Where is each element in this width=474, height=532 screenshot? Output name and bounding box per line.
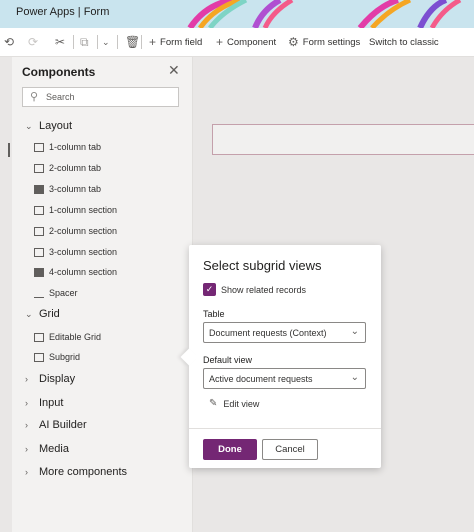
component-2-column-tab[interactable]: 2-column tab: [34, 163, 101, 173]
separator: [97, 35, 98, 49]
separator: [73, 35, 74, 49]
chevron-right-icon: ›: [25, 467, 28, 477]
component-1-column-section[interactable]: 1-column section: [34, 205, 117, 215]
grid-icon: [34, 352, 44, 362]
component-spacer[interactable]: Spacer: [34, 288, 78, 298]
show-related-records-checkbox[interactable]: ✓: [203, 283, 216, 296]
chevron-down-icon: ⌄: [25, 308, 33, 319]
chevron-right-icon: ›: [25, 420, 28, 430]
grid-icon: [34, 332, 44, 342]
section-icon: [34, 205, 44, 215]
cancel-button[interactable]: Cancel: [262, 439, 318, 460]
chevron-down-icon: ⌄: [350, 372, 359, 383]
separator: [117, 35, 118, 49]
default-view-label: Default view: [203, 355, 253, 365]
switch-to-classic-button[interactable]: Switch to classic: [369, 28, 439, 56]
form-section-placeholder[interactable]: [212, 124, 474, 155]
app-title: Power Apps | Form: [16, 6, 110, 18]
copy-icon[interactable]: ⧉: [80, 28, 93, 56]
group-media[interactable]: › Media: [25, 443, 69, 455]
done-button[interactable]: Done: [203, 439, 257, 460]
component-2-column-section[interactable]: 2-column section: [34, 226, 117, 236]
table-label: Table: [203, 309, 225, 319]
edit-view-link[interactable]: ✎ Edit view: [209, 398, 259, 409]
section-icon: [34, 247, 44, 257]
rail-indicator: [8, 143, 10, 157]
table-value: Document requests (Context): [209, 328, 327, 338]
spacer-icon: [34, 289, 44, 298]
title-bar: Power Apps | Form: [0, 0, 474, 28]
table-dropdown[interactable]: Document requests (Context) ⌄: [203, 322, 366, 343]
chevron-right-icon: ›: [25, 444, 28, 454]
tab-icon: [34, 142, 44, 152]
chevron-right-icon: ›: [25, 374, 28, 384]
close-icon[interactable]: ✕: [168, 62, 180, 79]
show-related-records-label: Show related records: [221, 285, 307, 295]
component-button[interactable]: + Component: [216, 28, 276, 56]
left-rail: [0, 57, 12, 532]
default-view-dropdown[interactable]: Active document requests ⌄: [203, 368, 366, 389]
group-display[interactable]: › Display: [25, 373, 75, 385]
component-4-column-section[interactable]: 4-column section: [34, 267, 117, 277]
component-3-column-tab[interactable]: 3-column tab: [34, 184, 101, 194]
undo-icon[interactable]: ⟲: [4, 28, 18, 56]
group-grid[interactable]: ⌄ Grid: [25, 308, 60, 320]
separator: [141, 35, 142, 49]
component-1-column-tab[interactable]: 1-column tab: [34, 142, 101, 152]
search-placeholder: Search: [46, 92, 75, 102]
group-layout[interactable]: ⌄ Layout: [25, 120, 72, 132]
default-view-value: Active document requests: [209, 374, 313, 384]
add-icon: +: [149, 35, 157, 49]
form-field-button[interactable]: + Form field: [149, 28, 202, 56]
group-more-components[interactable]: › More components: [25, 466, 127, 478]
panel-title: Components: [22, 65, 96, 79]
edit-icon: ✎: [209, 398, 218, 409]
chevron-down-icon[interactable]: ⌄: [102, 28, 114, 56]
chevron-down-icon: ⌄: [350, 326, 359, 337]
section-icon: [34, 226, 44, 236]
redo-icon[interactable]: ⟳: [28, 28, 42, 56]
tab-icon: [34, 163, 44, 173]
callout-title: Select subgrid views: [203, 258, 322, 273]
divider: [189, 428, 381, 429]
search-input[interactable]: ⚲ Search: [22, 87, 179, 107]
chevron-right-icon: ›: [25, 398, 28, 408]
settings-icon: ⚙: [288, 35, 299, 49]
component-subgrid[interactable]: Subgrid: [34, 352, 80, 362]
component-3-column-section[interactable]: 3-column section: [34, 247, 117, 257]
group-input[interactable]: › Input: [25, 397, 63, 409]
chevron-down-icon: ⌄: [25, 120, 33, 131]
tab-icon: [34, 184, 44, 194]
component-editable-grid[interactable]: Editable Grid: [34, 332, 101, 342]
form-settings-button[interactable]: ⚙ Form settings: [288, 28, 360, 56]
subgrid-views-callout: Select subgrid views ✓ Show related reco…: [180, 245, 381, 468]
section-icon: [34, 267, 44, 277]
search-icon: ⚲: [30, 91, 39, 103]
command-bar: ⟲ ⟳ ✂ ⧉ ⌄ 🗑 + Form field + Component ⚙ Form…: [0, 28, 474, 57]
group-ai-builder[interactable]: › AI Builder: [25, 419, 87, 431]
cut-icon[interactable]: ✂: [55, 28, 69, 56]
add-icon: +: [216, 35, 224, 49]
components-panel: Components ✕ ⚲ Search ⌄ Layout 1-column t…: [12, 57, 193, 532]
